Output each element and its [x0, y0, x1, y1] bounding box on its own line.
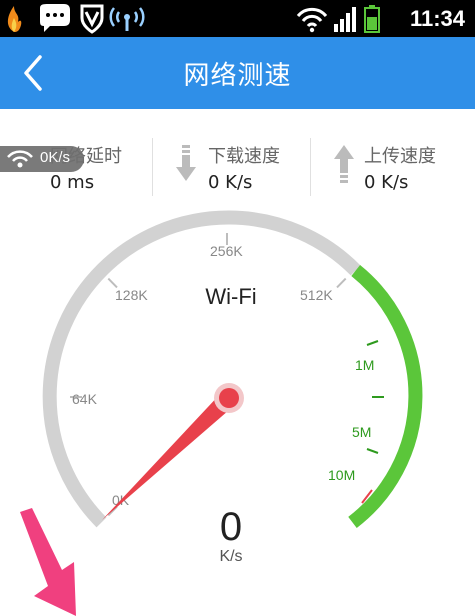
gauge-arc-gray [42, 210, 361, 528]
tick-label-64k: 64K [72, 391, 98, 407]
tick-label-10m: 10M [328, 467, 355, 483]
tick-mark [366, 448, 379, 454]
needle-hub [219, 388, 239, 408]
tick-label-1m: 1M [355, 357, 374, 373]
gauge-needle [102, 392, 236, 520]
tick-label-5m: 5M [352, 424, 371, 440]
tick-mark [366, 340, 379, 346]
network-type-label: Wi-Fi [205, 284, 257, 309]
tick-label-256k: 256K [210, 243, 243, 259]
gauge-ticks [70, 233, 347, 517]
pointer-arrow-icon [20, 508, 76, 616]
